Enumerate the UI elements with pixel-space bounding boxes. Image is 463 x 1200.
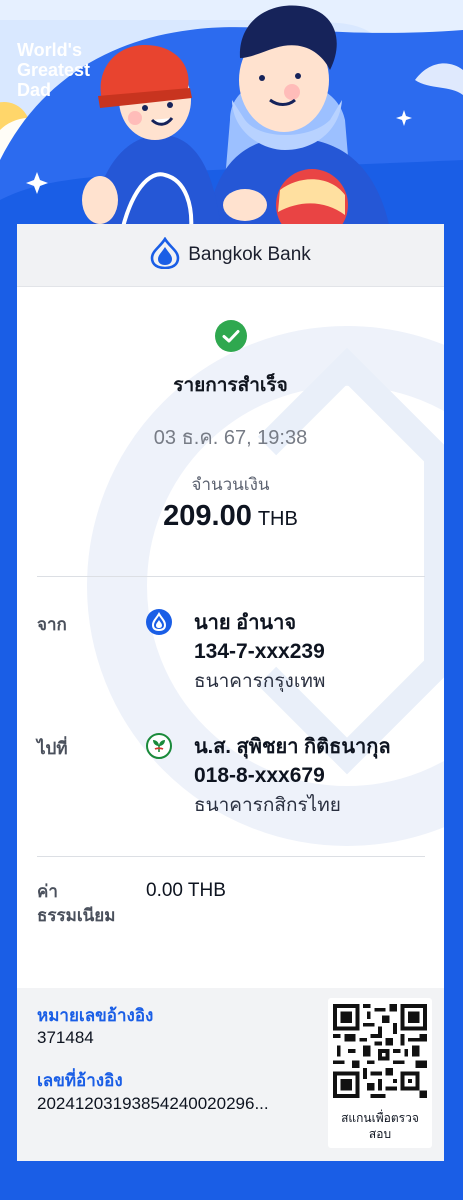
to-name: น.ส. สุพิชยา กิติธนากุล: [194, 736, 391, 758]
from-label: จาก: [37, 615, 67, 634]
hero-title-line-1: World's: [17, 40, 82, 60]
bangkok-bank-logo-icon: [146, 609, 172, 635]
reference-id-label: เลขที่อ้างอิง: [37, 1071, 123, 1090]
amount-label: จำนวนเงิน: [191, 475, 270, 494]
fee-label-line-2: ธรรมเนียม: [37, 906, 116, 925]
from-account: 134-7-xxx239: [194, 640, 325, 663]
amount-value: 209.00: [163, 500, 252, 532]
fee-value: 0.00 THB: [146, 880, 226, 901]
amount-currency: THB: [257, 508, 298, 530]
hero-title: World's Greatest Dad: [17, 40, 90, 100]
qr-caption-line-1: สแกนเพื่อตรวจ: [341, 1111, 419, 1125]
fee-label-line-1: ค่า: [37, 882, 58, 901]
hero-illustration: [0, 0, 463, 240]
divider: [37, 576, 425, 577]
bank-name: Bangkok Bank: [188, 244, 311, 265]
from-details: นาย อำนาจ 134-7-xxx239 ธนาคารกรุงเทพ: [194, 609, 325, 697]
qr-caption-line-2: สอบ: [368, 1127, 392, 1141]
amount-row: 209.00 THB: [17, 500, 444, 533]
fee-label: ค่า ธรรมเนียม: [37, 880, 115, 928]
to-account: 018-8-xxx679: [194, 764, 325, 787]
hero-banner: World's Greatest Dad: [0, 0, 463, 240]
to-bank: ธนาคารกสิกรไทย: [194, 795, 341, 816]
from-bank: ธนาคารกรุงเทพ: [194, 671, 326, 692]
verification-qr-code[interactable]: สแกนเพื่อตรวจ สอบ: [328, 998, 432, 1148]
to-label: ไปที่: [37, 739, 68, 758]
qr-code-icon: [333, 1004, 427, 1098]
reference-number-value: 371484: [37, 1028, 94, 1047]
from-name: นาย อำนาจ: [194, 612, 297, 634]
bank-header: Bangkok Bank: [17, 224, 444, 287]
kasikorn-bank-logo-icon: [146, 733, 172, 759]
divider: [37, 856, 425, 857]
hero-title-line-3: Dad: [17, 80, 52, 100]
transaction-datetime: 03 ธ.ค. 67, 19:38: [153, 427, 308, 449]
qr-scan-caption: สแกนเพื่อตรวจ สอบ: [328, 1110, 432, 1142]
to-details: น.ส. สุพิชยา กิติธนากุล 018-8-xxx679 ธนา…: [194, 733, 391, 821]
reference-section: หมายเลขอ้างอิง 371484 เลขที่อ้างอิง 2024…: [17, 988, 444, 1161]
receipt-card: Bangkok Bank รายการสำเร็จ 03 ธ.ค. 67, 19…: [17, 224, 444, 1161]
transaction-status-title: รายการสำเร็จ: [173, 375, 288, 396]
hero-title-line-2: Greatest: [17, 60, 91, 80]
bangkok-bank-logo-icon: [150, 236, 180, 273]
success-check-icon: [215, 320, 247, 352]
reference-id-value: 20241203193854240020296...: [37, 1094, 269, 1113]
reference-number-label: หมายเลขอ้างอิง: [37, 1006, 154, 1025]
